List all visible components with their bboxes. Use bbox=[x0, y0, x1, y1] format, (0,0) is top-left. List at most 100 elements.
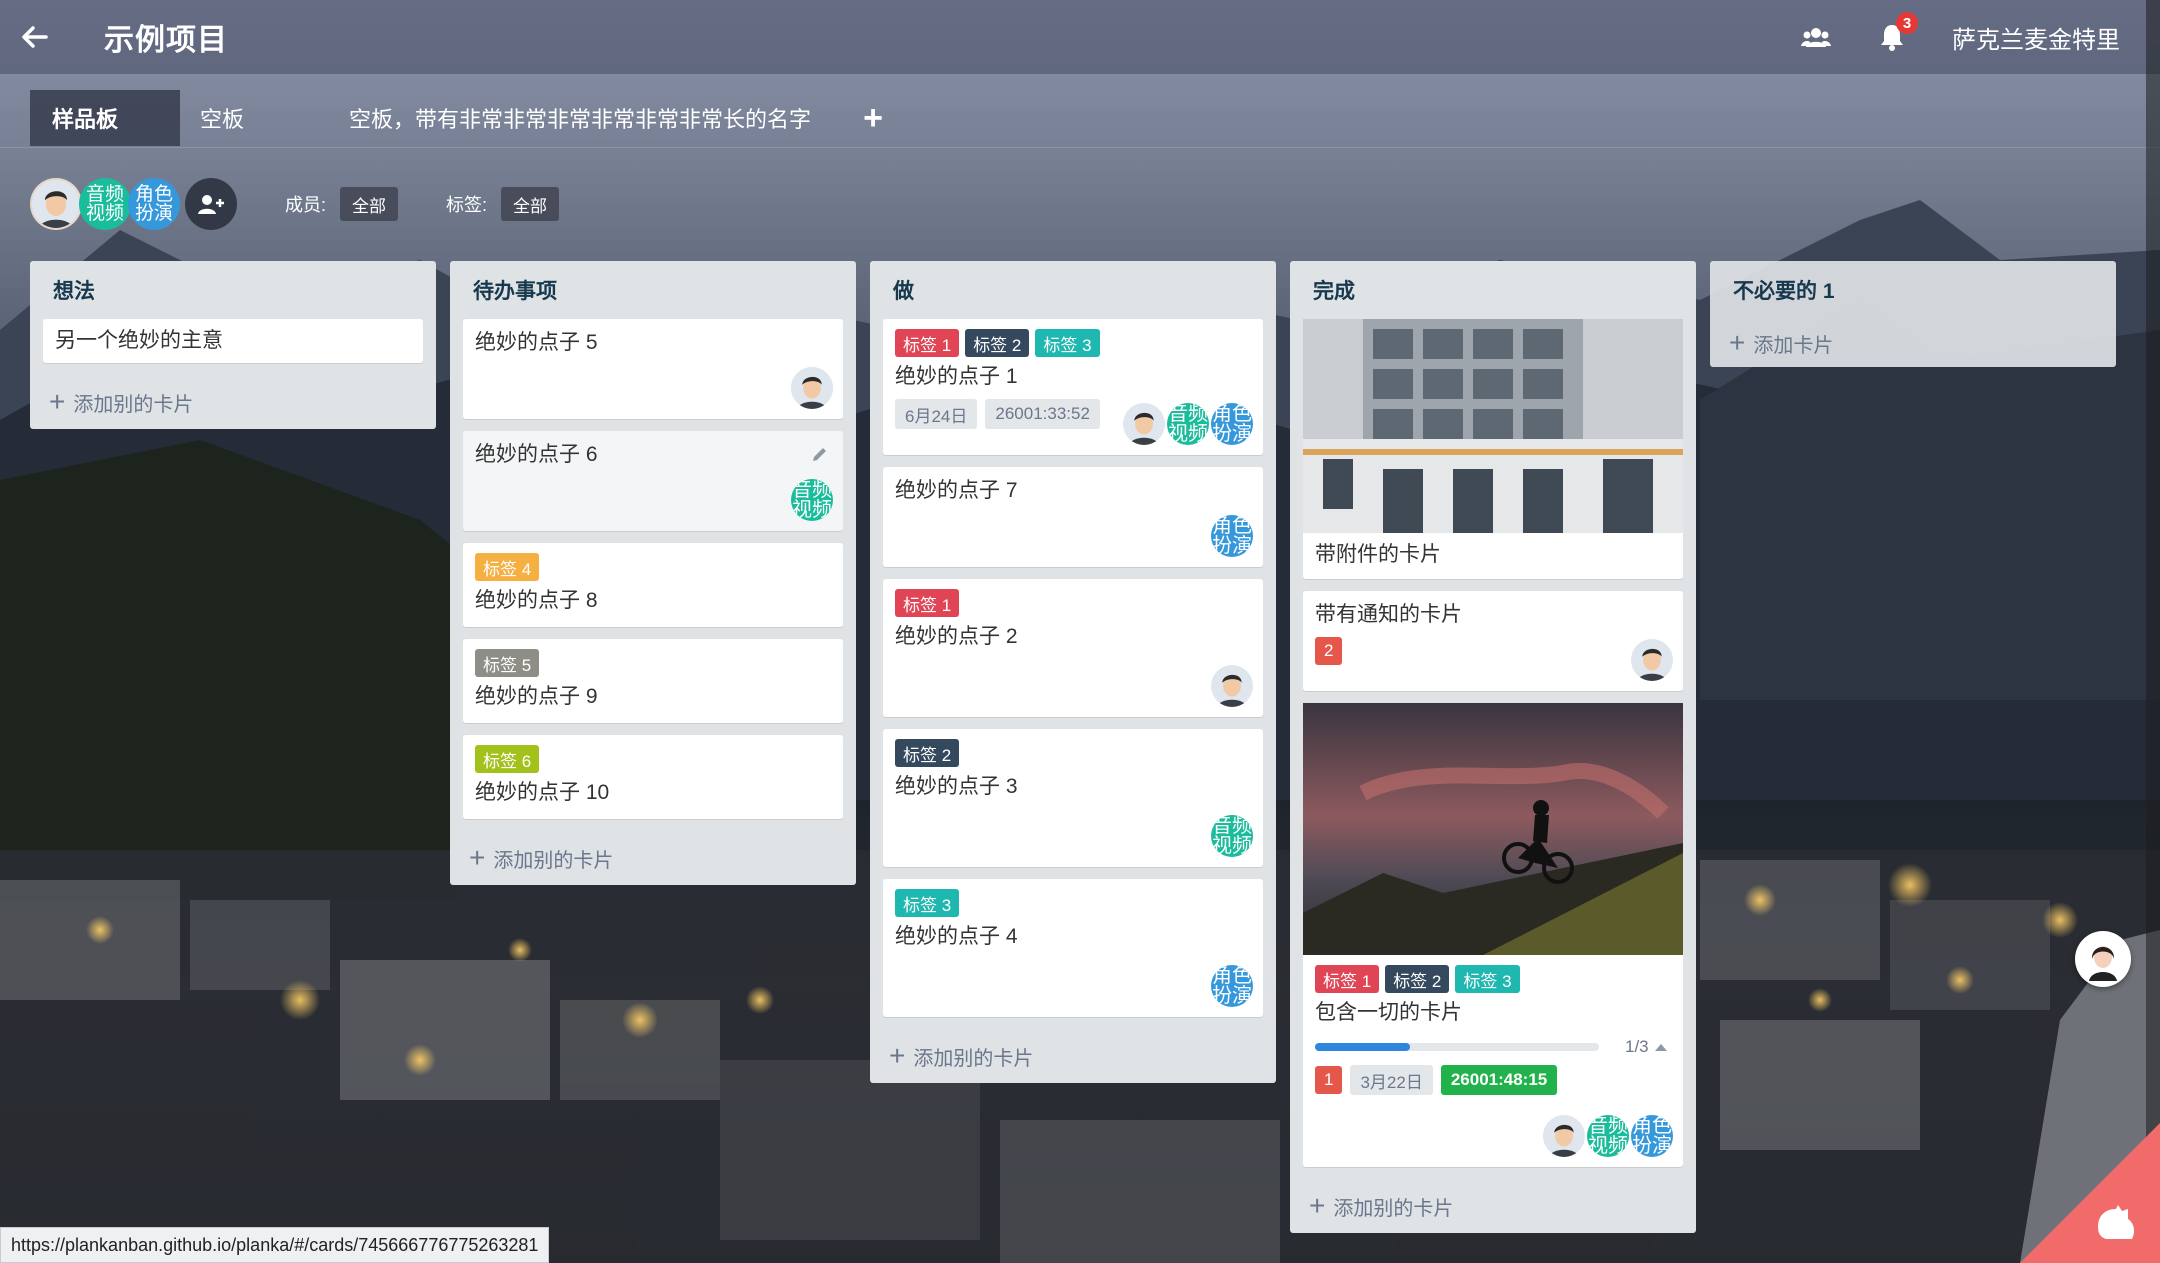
tab-long-name-board[interactable]: 空板，带有非常非常非常非常非常非常长的名字 bbox=[327, 90, 833, 146]
member-initials: 角色扮演 bbox=[134, 184, 173, 224]
label-chip: 标签 1 bbox=[895, 329, 960, 357]
floating-help-avatar[interactable] bbox=[2075, 931, 2131, 987]
list-unnecessary: 不必要的 1 + 添加卡片 bbox=[1710, 261, 2116, 367]
add-card-label: 添加卡片 bbox=[1753, 334, 1834, 357]
add-card-button[interactable]: + 添加别的卡片 bbox=[883, 1029, 1263, 1083]
add-card-button[interactable]: + 添加卡片 bbox=[1723, 319, 2103, 367]
user-photo-icon bbox=[1631, 639, 1673, 681]
member-initials: 音频视频 bbox=[1212, 815, 1252, 857]
card-title: 绝妙的点子 2 bbox=[895, 625, 1018, 648]
card[interactable]: 绝妙的点子 5 bbox=[463, 319, 843, 419]
members-filter-all[interactable]: 全部 bbox=[340, 187, 399, 221]
member-avatar[interactable] bbox=[30, 178, 82, 230]
member-initials: 角色扮演 bbox=[1632, 1115, 1672, 1157]
add-card-button[interactable]: + 添加别的卡片 bbox=[1303, 1179, 1683, 1233]
plus-icon: + bbox=[469, 842, 486, 873]
list-ideas: 想法 另一个绝妙的主意 + 添加别的卡片 bbox=[30, 261, 436, 429]
card-title: 绝妙的点子 6 bbox=[475, 443, 598, 466]
card-members: 音频视频 bbox=[791, 479, 833, 521]
add-card-button[interactable]: + 添加别的卡片 bbox=[43, 375, 423, 429]
add-card-label: 添加别的卡片 bbox=[73, 393, 194, 416]
add-member-button[interactable] bbox=[185, 178, 237, 230]
card-title: 绝妙的点子 4 bbox=[895, 925, 1018, 948]
list-title[interactable]: 做 bbox=[883, 261, 1263, 319]
github-corner-link[interactable] bbox=[2020, 1123, 2160, 1263]
pencil-icon[interactable] bbox=[811, 445, 829, 463]
card-title: 绝妙的点子 1 bbox=[895, 365, 1018, 388]
caret-up-icon[interactable] bbox=[1654, 1043, 1667, 1051]
card-members: 音频视频 角色扮演 bbox=[1543, 1115, 1673, 1157]
member-avatar-audio-video: 音频视频 bbox=[1587, 1115, 1629, 1157]
card-title: 另一个绝妙的主意 bbox=[55, 329, 223, 352]
arrow-left-icon bbox=[22, 26, 48, 48]
member-avatar-role-play: 角色扮演 bbox=[1211, 403, 1253, 445]
card-meta: 2 bbox=[1315, 637, 1671, 665]
label-chip: 标签 4 bbox=[475, 553, 540, 581]
list-title[interactable]: 完成 bbox=[1303, 261, 1683, 319]
add-board-button[interactable]: + bbox=[855, 90, 891, 146]
due-date-badge[interactable]: 3月22日 bbox=[1350, 1065, 1433, 1095]
progress-fill bbox=[1315, 1043, 1410, 1051]
label-chip: 标签 6 bbox=[475, 745, 540, 773]
notification-count-badge: 2 bbox=[1315, 637, 1343, 665]
tab-sample-board[interactable]: 样品板 bbox=[30, 90, 180, 146]
member-avatar-audio-video: 音频视频 bbox=[791, 479, 833, 521]
card-labels: 标签 1 bbox=[895, 589, 1251, 617]
notification-count-badge: 3 bbox=[1896, 12, 1918, 34]
board-tabs: 样品板 空板 空板，带有非常非常非常非常非常非常长的名字 + bbox=[0, 74, 2160, 148]
plus-icon: + bbox=[1729, 327, 1746, 358]
plus-icon: + bbox=[1309, 1190, 1326, 1221]
member-initials: 音频视频 bbox=[792, 479, 832, 521]
member-initials: 角色扮演 bbox=[1212, 515, 1252, 557]
card-members bbox=[1211, 665, 1253, 707]
member-initials: 角色扮演 bbox=[1212, 965, 1252, 1007]
card[interactable]: 标签 2 绝妙的点子 3 音频视频 bbox=[883, 729, 1263, 867]
card-title: 带有通知的卡片 bbox=[1315, 603, 1462, 626]
card-title: 绝妙的点子 8 bbox=[475, 589, 598, 612]
card[interactable]: 带有通知的卡片 2 bbox=[1303, 591, 1683, 691]
back-button[interactable] bbox=[0, 0, 70, 74]
list-done: 完成 带附件的卡片 带有通知的卡片 2 标签 1 标签 2 标签 3 包含一切的… bbox=[1290, 261, 1696, 1233]
card-meta: 1 3月22日 26001:48:15 bbox=[1315, 1065, 1671, 1095]
board-filter-bar: 音频视频 角色扮演 成员: 全部 标签: 全部 bbox=[30, 174, 560, 234]
labels-filter-all[interactable]: 全部 bbox=[501, 187, 560, 221]
member-avatar-audio-video[interactable]: 音频视频 bbox=[79, 178, 131, 230]
card[interactable]: 绝妙的点子 6 音频视频 bbox=[463, 431, 843, 531]
member-avatar bbox=[791, 367, 833, 409]
card[interactable]: 标签 5 绝妙的点子 9 bbox=[463, 639, 843, 723]
add-card-button[interactable]: + 添加别的卡片 bbox=[463, 831, 843, 885]
tab-empty-board[interactable]: 空板 bbox=[178, 90, 266, 146]
card[interactable]: 标签 3 绝妙的点子 4 角色扮演 bbox=[883, 879, 1263, 1017]
card-labels: 标签 3 bbox=[895, 889, 1251, 917]
window-scrollbar[interactable] bbox=[2146, 0, 2160, 1263]
member-avatar bbox=[1631, 639, 1673, 681]
card[interactable]: 标签 6 绝妙的点子 10 bbox=[463, 735, 843, 819]
list-title[interactable]: 不必要的 1 bbox=[1723, 261, 2103, 319]
member-avatar-audio-video: 音频视频 bbox=[1211, 815, 1253, 857]
card-title: 包含一切的卡片 bbox=[1315, 1001, 1462, 1024]
card[interactable]: 另一个绝妙的主意 bbox=[43, 319, 423, 363]
card[interactable]: 标签 1 标签 2 标签 3 绝妙的点子 1 6月24日 26001:33:52… bbox=[883, 319, 1263, 455]
user-menu[interactable]: 萨克兰麦金特里 bbox=[1952, 20, 2120, 55]
card[interactable]: 标签 4 绝妙的点子 8 bbox=[463, 543, 843, 627]
card[interactable]: 标签 1 绝妙的点子 2 bbox=[883, 579, 1263, 717]
card[interactable]: 绝妙的点子 7 角色扮演 bbox=[883, 467, 1263, 567]
card[interactable]: 标签 1 标签 2 标签 3 包含一切的卡片 1/3 1 3月22日 26001… bbox=[1303, 703, 1683, 1167]
project-title: 示例项目 bbox=[104, 24, 228, 57]
member-avatar-role-play[interactable]: 角色扮演 bbox=[128, 178, 180, 230]
list-title[interactable]: 待办事项 bbox=[463, 261, 843, 319]
notifications-button[interactable]: 3 bbox=[1854, 0, 1930, 74]
timer-badge[interactable]: 26001:48:15 bbox=[1440, 1065, 1558, 1095]
label-chip: 标签 2 bbox=[895, 739, 960, 767]
card[interactable]: 带附件的卡片 bbox=[1303, 319, 1683, 579]
project-members-button[interactable] bbox=[1778, 0, 1854, 74]
due-date-badge[interactable]: 6月24日 bbox=[895, 399, 978, 429]
card-members bbox=[1631, 639, 1673, 681]
label-chip: 标签 3 bbox=[895, 889, 960, 917]
list-title[interactable]: 想法 bbox=[43, 261, 423, 319]
card-title: 绝妙的点子 10 bbox=[475, 781, 610, 804]
browser-status-url: https://plankanban.github.io/planka/#/ca… bbox=[0, 1227, 550, 1263]
task-progress[interactable]: 1/3 bbox=[1315, 1037, 1671, 1057]
timer-badge[interactable]: 26001:33:52 bbox=[985, 399, 1100, 429]
user-photo-icon bbox=[32, 180, 80, 228]
